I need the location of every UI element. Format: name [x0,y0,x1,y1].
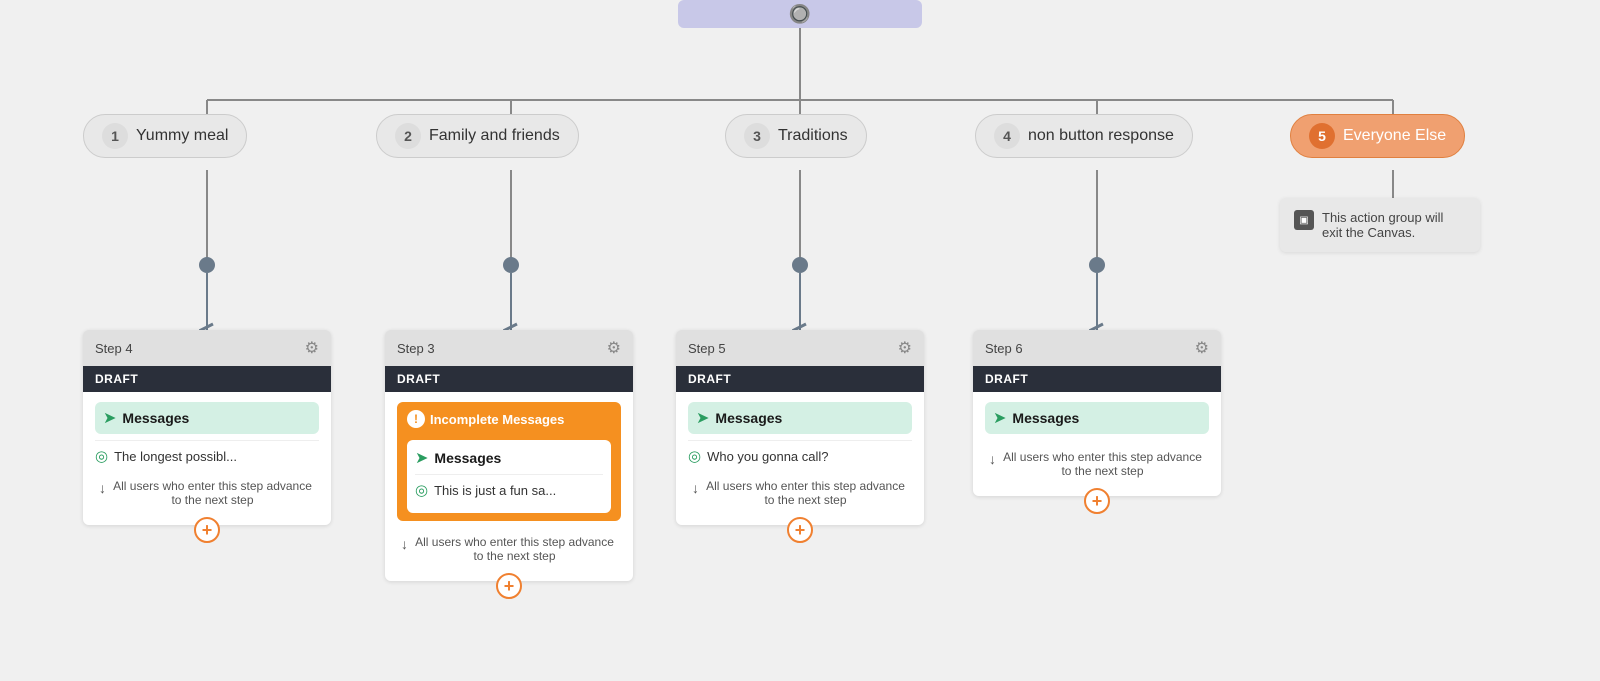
step-5-body: ➤ Messages ◎ Who you gonna call? ↓ All u… [676,392,924,525]
step-4-add-button[interactable]: + [194,517,220,543]
step-6-advance-text: ↓ All users who enter this step advance … [985,442,1209,486]
step-card-3: Step 3 ⚙ DRAFT ! Incomplete Messages ➤ M… [385,330,633,581]
step-6-add-button[interactable]: + [1084,488,1110,514]
step-6-advance-label: All users who enter this step advance to… [1000,450,1205,478]
step-5-arrow-icon: ↓ [692,480,699,496]
step-3-draft: DRAFT [385,366,633,392]
step-3-add-button[interactable]: + [496,573,522,599]
step-3-inner-card: ➤ Messages ◎ This is just a fun sa... [407,440,611,513]
step-6-messages-label: Messages [1012,410,1079,426]
step-3-warn-icon: ! [407,410,425,428]
step-4-gear[interactable]: ⚙ [305,338,319,358]
step-3-label: Step 3 [397,341,435,356]
step-6-draft: DRAFT [973,366,1221,392]
step-4-draft: DRAFT [83,366,331,392]
branch-num-4: 4 [994,123,1020,149]
top-node[interactable]: 🔘 [678,0,922,28]
step-5-advance-label: All users who enter this step advance to… [703,479,908,507]
branch-pill-3[interactable]: 3 Traditions [725,114,867,158]
step-5-messages-label: Messages [715,410,782,426]
exit-text: This action group will exit the Canvas. [1322,210,1466,240]
step-4-messages-row[interactable]: ➤ Messages [95,402,319,434]
step-5-gear[interactable]: ⚙ [898,338,912,358]
step-3-whatsapp-icon: ◎ [415,481,428,499]
step-6-send-icon: ➤ [993,408,1006,428]
step-4-whatsapp-icon: ◎ [95,447,108,465]
branch-pill-5[interactable]: 5 Everyone Else [1290,114,1465,158]
branch-pill-1[interactable]: 1 Yummy meal [83,114,247,158]
branch-label-4: non button response [1028,127,1174,145]
step-6-body: ➤ Messages ↓ All users who enter this st… [973,392,1221,496]
branch-num-1: 1 [102,123,128,149]
step-3-advance-text: ↓ All users who enter this step advance … [397,527,621,571]
canvas: 🔘 1 Yummy meal 2 Family and friends 3 Tr… [0,0,1600,681]
step-5-whatsapp-row[interactable]: ◎ Who you gonna call? [688,440,912,471]
step-3-whatsapp-text: This is just a fun sa... [434,483,556,498]
step-5-advance-text: ↓ All users who enter this step advance … [688,471,912,515]
step-card-6: Step 6 ⚙ DRAFT ➤ Messages ↓ All users wh… [973,330,1221,496]
step-5-send-icon: ➤ [696,408,709,428]
step-4-whatsapp-row[interactable]: ◎ The longest possibl... [95,440,319,471]
branch-label-1: Yummy meal [136,127,228,145]
step-5-messages-row[interactable]: ➤ Messages [688,402,912,434]
branch-label-2: Family and friends [429,127,560,145]
step-card-4-header: Step 4 ⚙ [83,330,331,366]
step-3-advance-label: All users who enter this step advance to… [412,535,617,563]
step-3-messages-label: Messages [434,450,501,466]
step-3-body: ! Incomplete Messages ➤ Messages ◎ This … [385,392,633,581]
branch-num-5: 5 [1309,123,1335,149]
step-4-whatsapp-text: The longest possibl... [114,449,237,464]
step-3-incomplete-row[interactable]: ! Incomplete Messages ➤ Messages ◎ This … [397,402,621,521]
step-3-whatsapp-row[interactable]: ◎ This is just a fun sa... [415,474,603,505]
step-4-label: Step 4 [95,341,133,356]
step-3-send-icon: ➤ [415,448,428,468]
branch-pill-2[interactable]: 2 Family and friends [376,114,579,158]
branch-label-3: Traditions [778,127,848,145]
step-5-whatsapp-icon: ◎ [688,447,701,465]
step-4-body: ➤ Messages ◎ The longest possibl... ↓ Al… [83,392,331,525]
step-3-inner-messages-row[interactable]: ➤ Messages [415,448,603,468]
step-3-arrow-icon: ↓ [401,536,408,552]
step-3-gear[interactable]: ⚙ [607,338,621,358]
step-card-5-header: Step 5 ⚙ [676,330,924,366]
step-5-label: Step 5 [688,341,726,356]
step-6-gear[interactable]: ⚙ [1195,338,1209,358]
step-5-whatsapp-text: Who you gonna call? [707,449,828,464]
exit-icon: ▣ [1294,210,1314,230]
step-6-messages-row[interactable]: ➤ Messages [985,402,1209,434]
step-4-advance-label: All users who enter this step advance to… [110,479,315,507]
step-4-messages-label: Messages [122,410,189,426]
step-5-add-button[interactable]: + [787,517,813,543]
step-4-advance-text: ↓ All users who enter this step advance … [95,471,319,515]
step-3-incomplete-label: ! Incomplete Messages [407,410,564,428]
step-card-5: Step 5 ⚙ DRAFT ➤ Messages ◎ Who you gonn… [676,330,924,525]
branch-label-5: Everyone Else [1343,127,1446,145]
step-5-draft: DRAFT [676,366,924,392]
branch-pill-4[interactable]: 4 non button response [975,114,1193,158]
step-card-4: Step 4 ⚙ DRAFT ➤ Messages ◎ The longest … [83,330,331,525]
step-6-label: Step 6 [985,341,1023,356]
step-6-arrow-icon: ↓ [989,451,996,467]
step-card-6-header: Step 6 ⚙ [973,330,1221,366]
branch-num-3: 3 [744,123,770,149]
branch-num-2: 2 [395,123,421,149]
step-4-arrow-icon: ↓ [99,480,106,496]
exit-canvas-box: ▣ This action group will exit the Canvas… [1280,198,1480,252]
step-card-3-header: Step 3 ⚙ [385,330,633,366]
step-4-send-icon: ➤ [103,408,116,428]
